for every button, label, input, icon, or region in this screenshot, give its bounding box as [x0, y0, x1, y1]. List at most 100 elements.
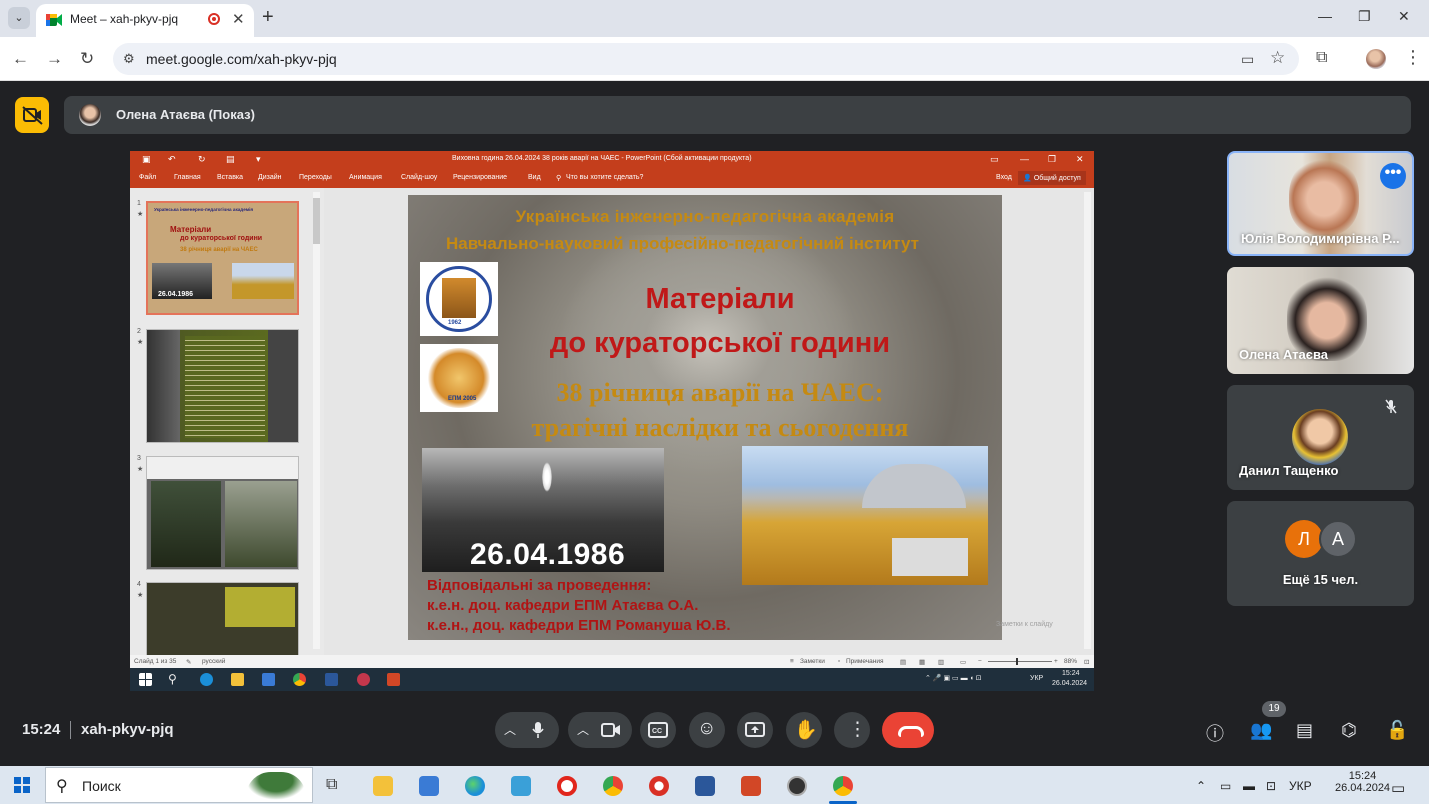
pp-close-button[interactable]: ✕ — [1076, 154, 1084, 165]
microphone-icon[interactable] — [531, 721, 545, 739]
participant-tile[interactable]: Олена Атаєва — [1227, 267, 1414, 374]
ribbon-tab-animation[interactable]: Анимация — [349, 174, 382, 181]
reactions-button[interactable]: ☺ — [689, 712, 725, 748]
task-view-icon[interactable]: ⧉ — [326, 776, 346, 796]
sorter-view-icon[interactable]: ▦ — [919, 658, 925, 666]
ribbon-tab-slideshow[interactable]: Слайд-шоу — [401, 174, 437, 181]
audio-options-chevron-icon[interactable]: ︿ — [504, 721, 516, 738]
normal-view-icon[interactable]: ▤ — [900, 658, 906, 666]
fit-slide-icon[interactable]: ⊡ — [1084, 658, 1089, 666]
pp-maximize-button[interactable]: ❐ — [1048, 154, 1056, 165]
slide-thumbnail-4[interactable] — [146, 582, 299, 655]
present-screen-button[interactable] — [737, 712, 773, 748]
reload-icon[interactable]: ↻ — [80, 49, 94, 69]
edge-icon[interactable] — [465, 776, 485, 796]
share-button[interactable]: 👤 Общий доступ — [1018, 171, 1086, 185]
browser-tab-meet[interactable]: Meet – xah-pkyv-pjq ✕ — [36, 4, 254, 37]
meeting-code[interactable]: xah-pkyv-pjq — [81, 721, 174, 738]
camera-in-use-icon[interactable]: ▭ — [1241, 51, 1254, 68]
leave-call-button[interactable] — [882, 712, 934, 748]
tab-close-icon[interactable]: ✕ — [232, 10, 245, 28]
extensions-puzzle-icon[interactable]: ⧉ — [1316, 49, 1327, 67]
tray-language[interactable]: УКР — [1289, 779, 1312, 793]
tray-overflow-icon[interactable]: ⌃ — [1196, 779, 1206, 793]
file-explorer-icon[interactable] — [373, 776, 393, 796]
camera-control[interactable]: ︿ — [568, 712, 632, 748]
slide-thumbnail-1[interactable]: Українська інженерно-педагогічна академі… — [146, 201, 299, 315]
slide-thumbnail-3[interactable] — [146, 456, 299, 570]
thumbnails-scrollbar[interactable] — [313, 192, 320, 649]
ribbon-tab-view[interactable]: Вид — [528, 174, 541, 181]
tell-me-box[interactable]: Что вы хотите сделать? — [566, 174, 643, 181]
opera-icon[interactable] — [557, 776, 577, 796]
camera-icon[interactable] — [601, 722, 621, 738]
undo-icon[interactable]: ↶ — [168, 154, 176, 165]
camera-off-indicator[interactable] — [15, 97, 49, 133]
zoom-slider-thumb[interactable] — [1016, 658, 1018, 665]
microphone-control[interactable]: ︿ — [495, 712, 559, 748]
ribbon-tab-review[interactable]: Рецензирование — [453, 174, 507, 181]
ribbon-tab-design[interactable]: Дизайн — [258, 174, 282, 181]
word-icon[interactable] — [695, 776, 715, 796]
pp-minimize-button[interactable]: — — [1020, 154, 1029, 164]
slideshow-view-icon[interactable]: ▭ — [960, 658, 966, 666]
people-icon[interactable]: 👥 — [1250, 720, 1272, 741]
battery-icon[interactable]: ▬ — [1243, 779, 1255, 793]
slide-thumbnail-2[interactable] — [146, 329, 299, 443]
site-info-icon[interactable]: ⚙ — [123, 51, 135, 67]
current-slide[interactable]: Українська інженерно-педагогічна академі… — [408, 195, 1002, 640]
thumbnails-scroll-thumb[interactable] — [313, 198, 320, 244]
tray-clock[interactable]: 15:24 26.04.2024 — [1335, 770, 1390, 794]
powerpoint-app-icon[interactable] — [741, 776, 761, 796]
window-minimize-button[interactable]: — — [1318, 8, 1332, 24]
tab-search-dropdown-icon[interactable]: ⌄ — [8, 7, 30, 29]
url-text[interactable]: meet.google.com/xah-pkyv-pjq — [146, 51, 337, 67]
network-icon[interactable]: ⊡ — [1266, 779, 1276, 793]
chrome-active-icon[interactable] — [829, 776, 857, 804]
zoom-out-icon[interactable]: − — [978, 658, 982, 665]
status-language[interactable]: русский — [202, 658, 225, 665]
network-app-icon[interactable] — [511, 776, 531, 796]
more-options-button[interactable]: ⋮ — [834, 712, 870, 748]
start-slideshow-icon[interactable]: ▤ — [226, 154, 235, 165]
tray-meet-icon[interactable]: ▭ — [1220, 779, 1231, 793]
raise-hand-button[interactable]: ✋ — [786, 712, 822, 748]
ribbon-tab-transitions[interactable]: Переходы — [299, 174, 332, 181]
signin-link[interactable]: Вход — [996, 174, 1012, 181]
chrome-icon[interactable] — [603, 776, 623, 796]
new-tab-button[interactable]: + — [262, 6, 274, 29]
status-notes-button[interactable]: Заметки — [800, 658, 825, 665]
participant-tile[interactable]: Данил Тащенко — [1227, 385, 1414, 490]
profile-avatar[interactable] — [1366, 49, 1386, 69]
windows-search-box[interactable]: ⚲ Поиск — [45, 767, 313, 803]
meeting-details-icon[interactable]: ⓘ — [1206, 720, 1224, 746]
spellcheck-icon[interactable]: ✎ — [186, 658, 191, 666]
participant-tile[interactable]: ••• Юлія Володимирівна Р... — [1227, 151, 1414, 256]
ribbon-options-icon[interactable]: ▭ — [990, 154, 999, 165]
windows-start-icon[interactable] — [14, 777, 30, 793]
status-zoom-level[interactable]: 88% — [1064, 658, 1077, 665]
status-comments-button[interactable]: Примечания — [846, 658, 884, 665]
recorder-app-icon[interactable] — [649, 776, 669, 796]
customize-toolbar-icon[interactable]: ▾ — [256, 154, 261, 165]
reading-view-icon[interactable]: ▥ — [938, 658, 944, 666]
more-options-icon[interactable]: ••• — [1380, 163, 1406, 189]
activities-icon[interactable]: ⌬ — [1341, 720, 1357, 741]
ribbon-tab-home[interactable]: Главная — [174, 174, 201, 181]
ribbon-tab-file[interactable]: Файл — [139, 174, 156, 181]
bookmark-star-icon[interactable]: ☆ — [1270, 48, 1285, 68]
forward-arrow-icon[interactable]: → — [46, 49, 63, 69]
microsoft-store-icon[interactable] — [419, 776, 439, 796]
zoom-slider[interactable] — [988, 661, 1052, 662]
captions-button[interactable]: CC — [640, 712, 676, 748]
redo-icon[interactable]: ↻ — [198, 154, 206, 165]
slide-scrollbar[interactable] — [1084, 192, 1091, 649]
host-controls-icon[interactable]: 🔓 — [1386, 720, 1408, 741]
back-arrow-icon[interactable]: ← — [12, 49, 29, 69]
media-player-icon[interactable] — [787, 776, 807, 796]
window-close-button[interactable]: ✕ — [1398, 8, 1410, 25]
zoom-in-icon[interactable]: + — [1054, 658, 1058, 665]
address-bar[interactable]: ⚙ meet.google.com/xah-pkyv-pjq ▭ ☆ — [113, 43, 1299, 75]
chat-icon[interactable]: ▤ — [1296, 720, 1313, 741]
more-participants-tile[interactable]: Л А Ещё 15 чел. — [1227, 501, 1414, 606]
